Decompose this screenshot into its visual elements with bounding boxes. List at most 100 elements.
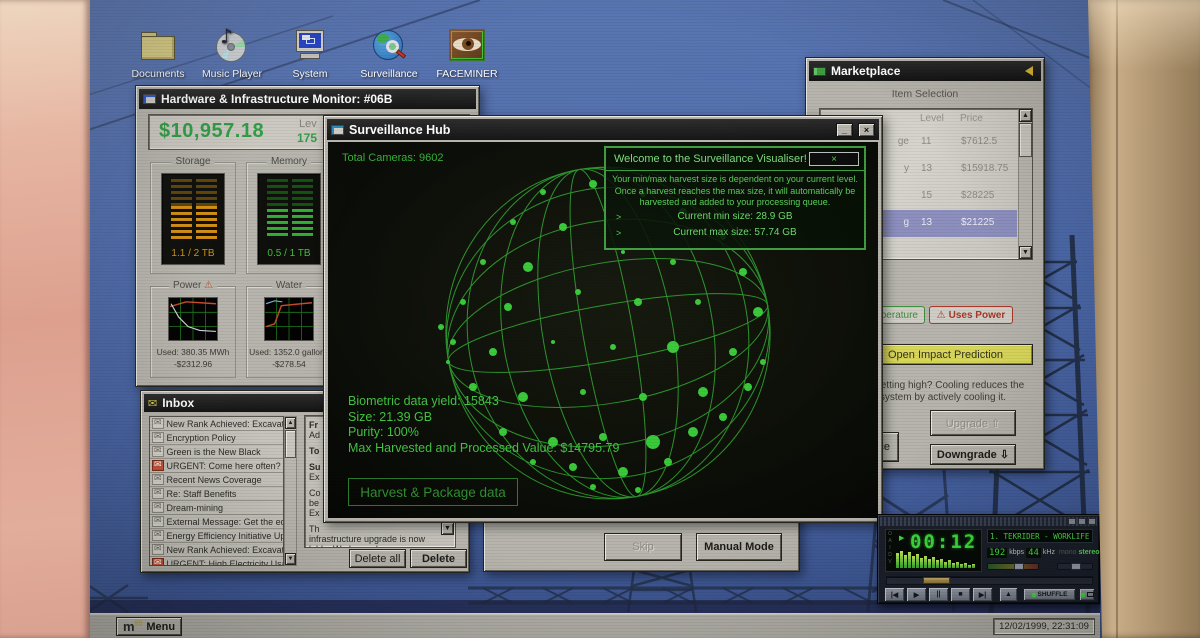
surveillance-hub-titlebar[interactable]: Surveillance Hub _ × — [327, 119, 879, 140]
eject-button[interactable]: ▲ — [999, 587, 1018, 602]
warning-icon: ⚠ — [937, 310, 946, 321]
computer-icon — [143, 94, 156, 104]
dialog-min-size: Current min size: 28.9 GB — [606, 211, 864, 222]
desktop-icon-music-player[interactable]: ♪ Music Player — [196, 26, 268, 80]
player-minimize-button[interactable] — [1068, 518, 1076, 525]
inbox-scrollbar[interactable]: ▲ ▼ — [284, 416, 297, 566]
folder-icon — [138, 26, 178, 64]
marketplace-titlebar[interactable]: Marketplace — [809, 61, 1041, 81]
window-title: Marketplace — [831, 64, 1020, 78]
level-label: Lev — [299, 118, 317, 130]
menu-button[interactable]: m95 Menu — [116, 617, 182, 636]
mono-indicator: mono — [1059, 549, 1077, 556]
stat-value: Max Harvested and Processed Value: $1479… — [348, 441, 619, 455]
pane-scroll-down-button[interactable]: ▼ — [441, 522, 454, 535]
harvest-stats: Biometric data yield: 15843 Size: 21.39 … — [348, 394, 619, 456]
message-row[interactable]: New Rank Achieved: Excavato... — [150, 543, 283, 557]
scroll-up-button[interactable]: ▲ — [1019, 109, 1032, 122]
balance-handle[interactable] — [1071, 563, 1081, 570]
minimize-button[interactable]: _ — [836, 123, 853, 137]
message-row[interactable]: New Rank Achieved: Excavato... — [150, 417, 283, 431]
message-row[interactable]: Dream-mining — [150, 501, 283, 515]
dialog-close-button[interactable]: × — [809, 152, 859, 166]
volume-slider[interactable] — [987, 563, 1039, 570]
time-display[interactable]: 00:12 — [910, 531, 977, 553]
water-label: Water — [272, 280, 306, 291]
clutter-bar[interactable]: OAIDV — [887, 531, 893, 570]
item-level: 13 — [921, 217, 932, 228]
open-impact-prediction-button[interactable]: Open Impact Prediction — [859, 344, 1033, 365]
spectrum-analyzer — [896, 551, 976, 568]
pause-button[interactable]: || — [928, 587, 949, 602]
message-row[interactable]: External Message: Get the edge... — [150, 515, 283, 529]
message-row-urgent[interactable]: URGENT: High Electricity Usage — [150, 557, 283, 566]
track-display[interactable]: 1. TEKRIDER - WORKLIFE <3:48> — [987, 529, 1093, 543]
harvest-package-button[interactable]: Harvest & Package data — [348, 478, 518, 506]
message-list: New Rank Achieved: Excavato... Encryptio… — [149, 416, 284, 566]
scroll-down-button[interactable]: ▼ — [1019, 246, 1032, 259]
message-row[interactable]: Energy Efficiency Initiative Upd... — [150, 529, 283, 543]
stop-button[interactable]: ■ — [950, 587, 971, 602]
balance-value: $10,957.18 — [159, 120, 264, 143]
scroll-up-button[interactable]: ▲ — [285, 417, 296, 429]
desktop-icon-surveillance[interactable]: Surveillance — [353, 26, 425, 80]
skip-button[interactable]: Skip — [604, 533, 682, 561]
next-button[interactable]: ▶| — [972, 587, 993, 602]
seek-handle[interactable] — [923, 577, 950, 584]
stat-purity: Purity: 100% — [348, 425, 419, 439]
stereo-indicator: stereo — [1078, 549, 1099, 556]
subject-value: Ex — [309, 472, 320, 482]
hardware-monitor-titlebar[interactable]: Hardware & Infrastructure Monitor: #06B — [139, 89, 476, 109]
message-row[interactable]: Recent News Coverage — [150, 473, 283, 487]
delete-all-button[interactable]: Delete all — [349, 549, 406, 568]
body-text: lable. We have also — [309, 544, 387, 548]
repeat-button[interactable] — [1079, 588, 1095, 601]
manual-mode-button[interactable]: Manual Mode — [696, 533, 782, 561]
welcome-dialog-titlebar[interactable]: Welcome to the Surveillance Visualiser! … — [606, 148, 864, 171]
list-scrollbar[interactable]: ▲ ▼ — [1018, 109, 1032, 259]
repeat-glyph — [1087, 592, 1094, 597]
bitrate-value: 192 — [987, 548, 1007, 558]
bezel-top-glare — [1082, 0, 1200, 70]
stat-size: Size: 21.39 GB — [348, 410, 432, 424]
volume-handle[interactable] — [1014, 563, 1024, 570]
desktop-icon-system[interactable]: System — [274, 26, 346, 80]
scroll-down-button[interactable]: ▼ — [285, 553, 296, 565]
message-row-urgent[interactable]: URGENT: Come here often? — [150, 459, 283, 473]
samplerate-value: 44 — [1026, 548, 1041, 558]
player-titlebar[interactable] — [880, 517, 1097, 526]
play-indicator-icon: ▶ — [899, 534, 904, 542]
memory-gauge: 0.5 / 1 TB — [257, 173, 321, 265]
previous-button[interactable]: |◀ — [884, 587, 905, 602]
dialog-title: Welcome to the Surveillance Visualiser! — [606, 153, 809, 165]
item-selection-label: Item Selection — [806, 88, 1044, 100]
player-lcd: OAIDV ▶ 00:12 — [885, 529, 982, 572]
icon-label: Music Player — [202, 68, 262, 80]
player-close-button[interactable] — [1088, 518, 1096, 525]
message-row[interactable]: Encryption Policy — [150, 431, 283, 445]
body-text: Co — [309, 488, 321, 498]
play-button[interactable]: ▶ — [906, 587, 927, 602]
body-text: Ex — [309, 508, 320, 518]
close-button[interactable]: × — [858, 123, 875, 137]
upgrade-button[interactable]: Upgrade ⇧ — [930, 410, 1016, 436]
envelope-icon: ✉ — [148, 397, 157, 410]
balance-slider[interactable] — [1057, 563, 1093, 570]
delete-button[interactable]: Delete — [410, 549, 467, 568]
seek-bar[interactable] — [886, 576, 1093, 585]
downgrade-button[interactable]: Downgrade ⇩ — [930, 444, 1016, 465]
shuffle-button[interactable]: SHUFFLE — [1023, 588, 1076, 601]
memory-group: Memory 0.5 / 1 TB — [246, 162, 332, 274]
desktop-icon-faceminer[interactable]: FACEMINER — [431, 26, 503, 80]
speaker-icon[interactable] — [1025, 66, 1033, 76]
scroll-thumb[interactable] — [285, 430, 296, 458]
os-logo-95: 95 — [135, 621, 143, 628]
message-row[interactable]: Re: Staff Benefits — [150, 487, 283, 501]
eye-scan-icon — [447, 26, 487, 64]
item-price: $28225 — [961, 190, 994, 201]
message-row[interactable]: Green is the New Black — [150, 445, 283, 459]
item-level: 15 — [921, 190, 932, 201]
scroll-thumb[interactable] — [1019, 123, 1032, 157]
player-shade-button[interactable] — [1078, 518, 1086, 525]
desktop-icon-documents[interactable]: Documents — [122, 26, 194, 80]
